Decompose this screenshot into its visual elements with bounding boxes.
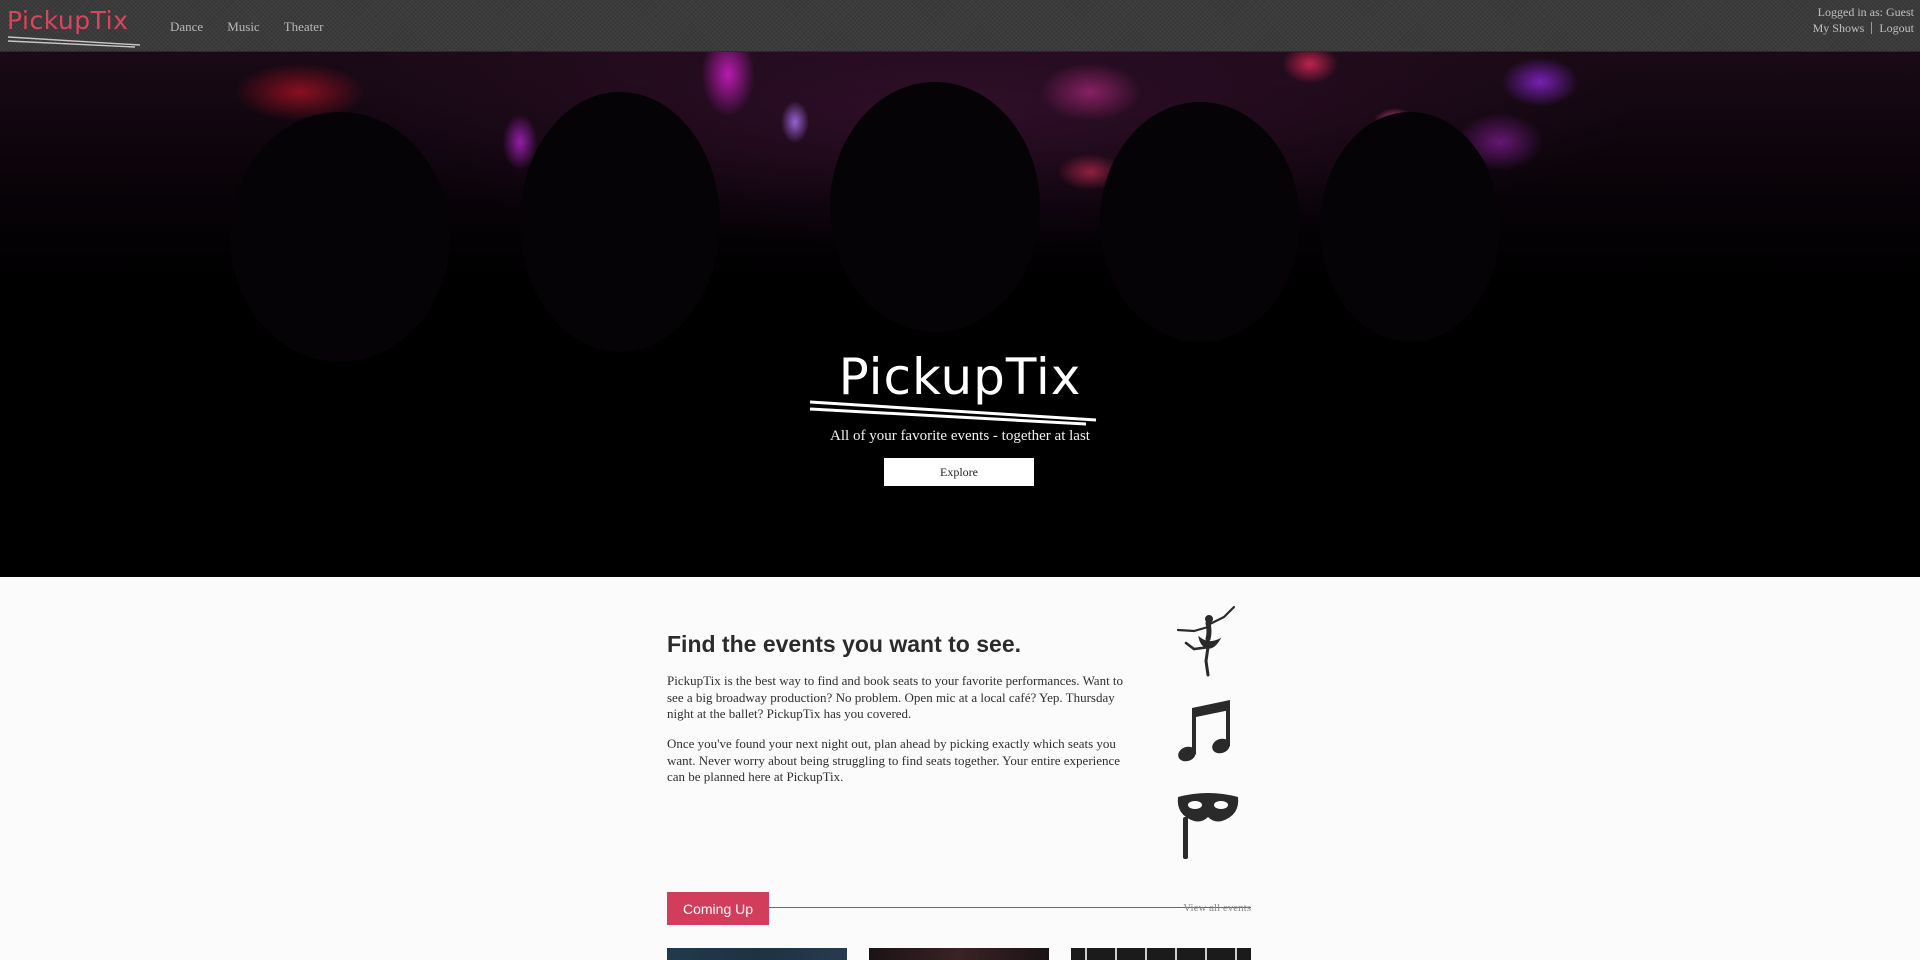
user-area: Logged in as: Guest My Shows Logout: [1806, 4, 1914, 36]
hero-banner: PickupTix All of your favorite events - …: [0, 52, 1920, 577]
nav-link-music[interactable]: Music: [227, 19, 260, 35]
intro-paragraph-1: PickupTix is the best way to find and bo…: [667, 673, 1124, 721]
top-nav-bar: PickupTix Dance Music Theater Logged in …: [0, 0, 1920, 52]
brand-swoosh-icon: [7, 36, 141, 48]
coming-up-tab: Coming Up: [667, 892, 769, 925]
intro-section: Find the events you want to see. PickupT…: [0, 577, 1920, 960]
nav-link-theater[interactable]: Theater: [284, 19, 324, 35]
main-nav: Dance Music Theater: [170, 19, 323, 35]
brand-name: PickupTix: [7, 6, 129, 35]
hero-logo-text: PickupTix: [838, 348, 1082, 406]
event-card-thumbnail[interactable]: [869, 948, 1049, 960]
my-shows-link[interactable]: My Shows: [1806, 20, 1872, 36]
intro-paragraph-2: Once you've found your next night out, p…: [667, 736, 1121, 784]
ballet-dancer-icon[interactable]: [1168, 603, 1248, 683]
coming-up-header: Coming Up View all events: [667, 892, 1251, 926]
nav-link-dance[interactable]: Dance: [170, 19, 203, 35]
user-links: My Shows Logout: [1806, 20, 1914, 36]
login-status: Logged in as: Guest: [1817, 5, 1914, 19]
crowd-silhouette: [520, 92, 720, 352]
explore-button[interactable]: Explore: [884, 458, 1034, 486]
intro-title: Find the events you want to see.: [667, 631, 1022, 657]
hero-tagline: All of your favorite events - together a…: [830, 428, 1090, 444]
crowd-silhouette: [230, 112, 450, 362]
theater-mask-icon[interactable]: [1168, 787, 1248, 867]
hero-logo-swoosh-icon: [809, 400, 1097, 426]
brand-logo[interactable]: PickupTix: [7, 6, 145, 48]
crowd-silhouette: [1100, 102, 1300, 342]
music-note-icon[interactable]: [1168, 694, 1248, 774]
crowd-silhouette: [830, 82, 1040, 332]
view-all-events-link[interactable]: View all events: [1183, 902, 1251, 914]
logout-link[interactable]: Logout: [1872, 20, 1914, 36]
hero-logo: PickupTix: [808, 352, 1112, 430]
event-card-thumbnail[interactable]: [667, 948, 847, 960]
event-card-thumbnail[interactable]: [1071, 948, 1251, 960]
crowd-silhouette: [1320, 112, 1500, 342]
